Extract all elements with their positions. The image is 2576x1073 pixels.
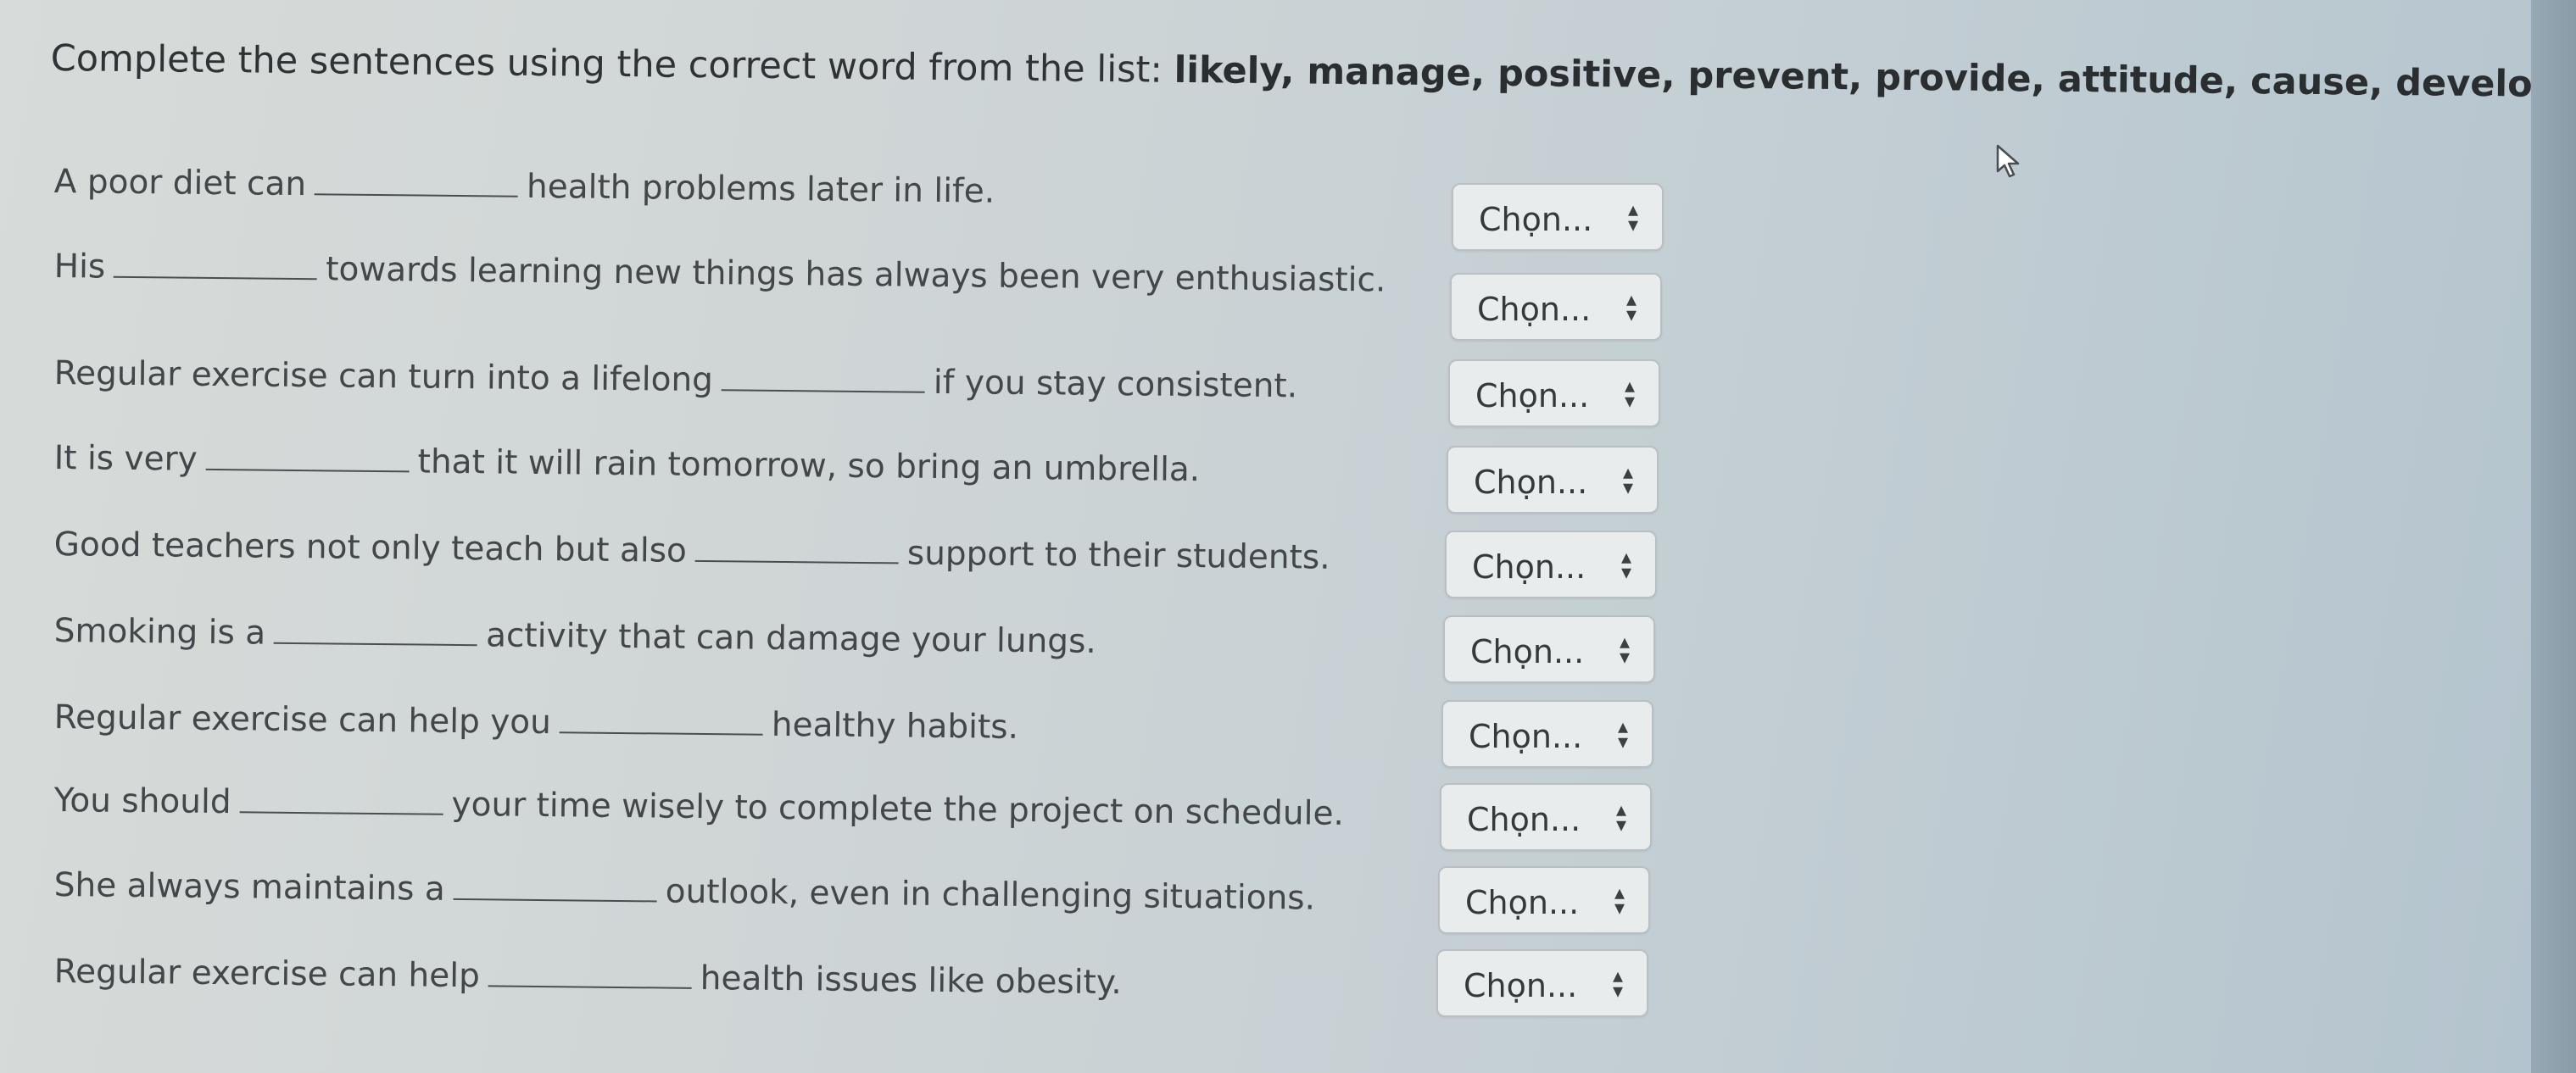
answer-blank: [694, 534, 900, 564]
up-down-chevron-icon: ▴ ▾: [1617, 714, 1628, 753]
up-down-chevron-icon: ▴ ▾: [1614, 881, 1625, 920]
sentence-after: outlook, even in challenging situations.: [665, 872, 1316, 918]
sentence-after: your time wisely to complete the project…: [451, 785, 1345, 833]
up-down-chevron-icon: ▴ ▾: [1612, 964, 1623, 1003]
answer-select-5[interactable]: Chọn... ▴ ▾: [1445, 531, 1657, 598]
word-list: likely, manage, positive, prevent, provi…: [1174, 48, 2576, 109]
up-down-chevron-icon: ▴ ▾: [1627, 197, 1638, 236]
question-row-4: It is very that it will rain tomorrow, so…: [54, 439, 1665, 507]
question-sentence: Regular exercise can turn into a lifelon…: [54, 354, 1298, 405]
sentence-before: Regular exercise can help: [53, 953, 481, 996]
select-placeholder: Chọn...: [1475, 377, 1590, 414]
sentence-before: Regular exercise can turn into a lifelon…: [53, 354, 714, 400]
question-sentence: A poor diet can health problems later in …: [54, 163, 995, 211]
select-placeholder: Chọn...: [1465, 884, 1580, 921]
question-sentence: Smoking is a activity that can damage you…: [54, 612, 1096, 661]
screen-edge: [2531, 0, 2576, 1073]
answer-select-6[interactable]: Chọn... ▴ ▾: [1443, 615, 1655, 683]
question-sentence: Regular exercise can help you healthy hab…: [54, 698, 1019, 747]
sentence-before: You should: [53, 781, 231, 822]
answer-blank: [721, 364, 926, 393]
question-row-5: Good teachers not only teach but also sup…: [54, 525, 1665, 593]
question-row-3: Regular exercise can turn into a lifelon…: [54, 354, 1665, 422]
question-row-7: Regular exercise can help you healthy hab…: [54, 698, 1665, 766]
select-placeholder: Chọn...: [1470, 633, 1585, 670]
sentence-before: It is very: [53, 439, 198, 479]
sentence-after: healthy habits.: [771, 705, 1019, 747]
answer-blank: [559, 706, 764, 736]
answer-blank: [273, 616, 478, 647]
up-down-chevron-icon: ▴ ▾: [1619, 630, 1630, 669]
answer-blank: [239, 786, 443, 815]
sentence-after: support to their students.: [906, 534, 1330, 577]
question-row-6: Smoking is a activity that can damage you…: [54, 612, 1665, 680]
question-row-1: A poor diet can health problems later in …: [54, 163, 1665, 231]
answer-blank: [114, 250, 318, 281]
sentence-before: Smoking is a: [53, 612, 266, 653]
sentence-after: towards learning new things has always b…: [325, 250, 1386, 300]
answer-select-2[interactable]: Chọn... ▴ ▾: [1450, 273, 1662, 341]
instruction-text: Complete the sentences using the correct…: [50, 37, 2576, 109]
question-sentence: Regular exercise can help health issues l…: [54, 953, 1122, 1002]
question-sentence: She always maintains a outlook, even in c…: [54, 866, 1316, 918]
answer-blank: [205, 442, 410, 473]
up-down-chevron-icon: ▴ ▾: [1620, 545, 1631, 584]
answer-select-9[interactable]: Chọn... ▴ ▾: [1438, 866, 1650, 934]
question-sentence: His towards learning new things has alway…: [54, 247, 1386, 299]
select-placeholder: Chọn...: [1474, 464, 1588, 501]
up-down-chevron-icon: ▴ ▾: [1622, 460, 1633, 499]
sentence-before: Regular exercise can help you: [53, 698, 552, 742]
answer-blank: [488, 959, 693, 989]
select-placeholder: Chọn...: [1464, 967, 1578, 1004]
question-row-8: You should your time wisely to complete t…: [54, 781, 1665, 849]
question-row-10: Regular exercise can help health issues l…: [54, 953, 1665, 1020]
select-placeholder: Chọn...: [1472, 548, 1586, 586]
sentence-after: activity that can damage your lungs.: [485, 616, 1097, 661]
up-down-chevron-icon: ▴ ▾: [1615, 798, 1626, 837]
answer-select-7[interactable]: Chọn... ▴ ▾: [1441, 700, 1653, 768]
up-down-chevron-icon: ▴ ▾: [1624, 374, 1635, 413]
answer-select-1[interactable]: Chọn... ▴ ▾: [1452, 183, 1664, 251]
answer-select-3[interactable]: Chọn... ▴ ▾: [1448, 359, 1660, 427]
sentence-before: His: [53, 247, 106, 286]
question-sentence: It is very that it will rain tomorrow, so…: [54, 439, 1201, 489]
mouse-pointer-icon: [1996, 144, 2020, 178]
up-down-chevron-icon: ▴ ▾: [1625, 287, 1636, 326]
question-row-2: His towards learning new things has alway…: [54, 247, 1665, 315]
sentence-after: if you stay consistent.: [933, 363, 1298, 406]
answer-select-8[interactable]: Chọn... ▴ ▾: [1440, 783, 1652, 851]
answer-select-4[interactable]: Chọn... ▴ ▾: [1447, 446, 1659, 514]
instruction-prefix: Complete the sentences using the correct…: [50, 37, 1174, 92]
sentence-before: She always maintains a: [53, 866, 445, 909]
select-placeholder: Chọn...: [1477, 291, 1592, 328]
sentence-before: Good teachers not only teach but also: [53, 525, 688, 570]
quiz-screen: Complete the sentences using the correct…: [0, 0, 2576, 1073]
answer-blank: [453, 872, 657, 903]
select-placeholder: Chọn...: [1469, 718, 1583, 755]
question-row-9: She always maintains a outlook, even in c…: [54, 866, 1665, 934]
sentence-after: health problems later in life.: [526, 167, 995, 211]
sentence-before: A poor diet can: [53, 163, 307, 204]
sentence-after: that it will rain tomorrow, so bring an …: [417, 442, 1201, 490]
answer-blank: [314, 168, 519, 197]
select-placeholder: Chọn...: [1467, 801, 1581, 838]
answer-select-10[interactable]: Chọn... ▴ ▾: [1436, 949, 1648, 1017]
sentence-after: health issues like obesity.: [700, 959, 1123, 1003]
question-sentence: Good teachers not only teach but also sup…: [54, 525, 1330, 577]
select-placeholder: Chọn...: [1479, 201, 1593, 238]
question-sentence: You should your time wisely to complete t…: [54, 781, 1345, 833]
